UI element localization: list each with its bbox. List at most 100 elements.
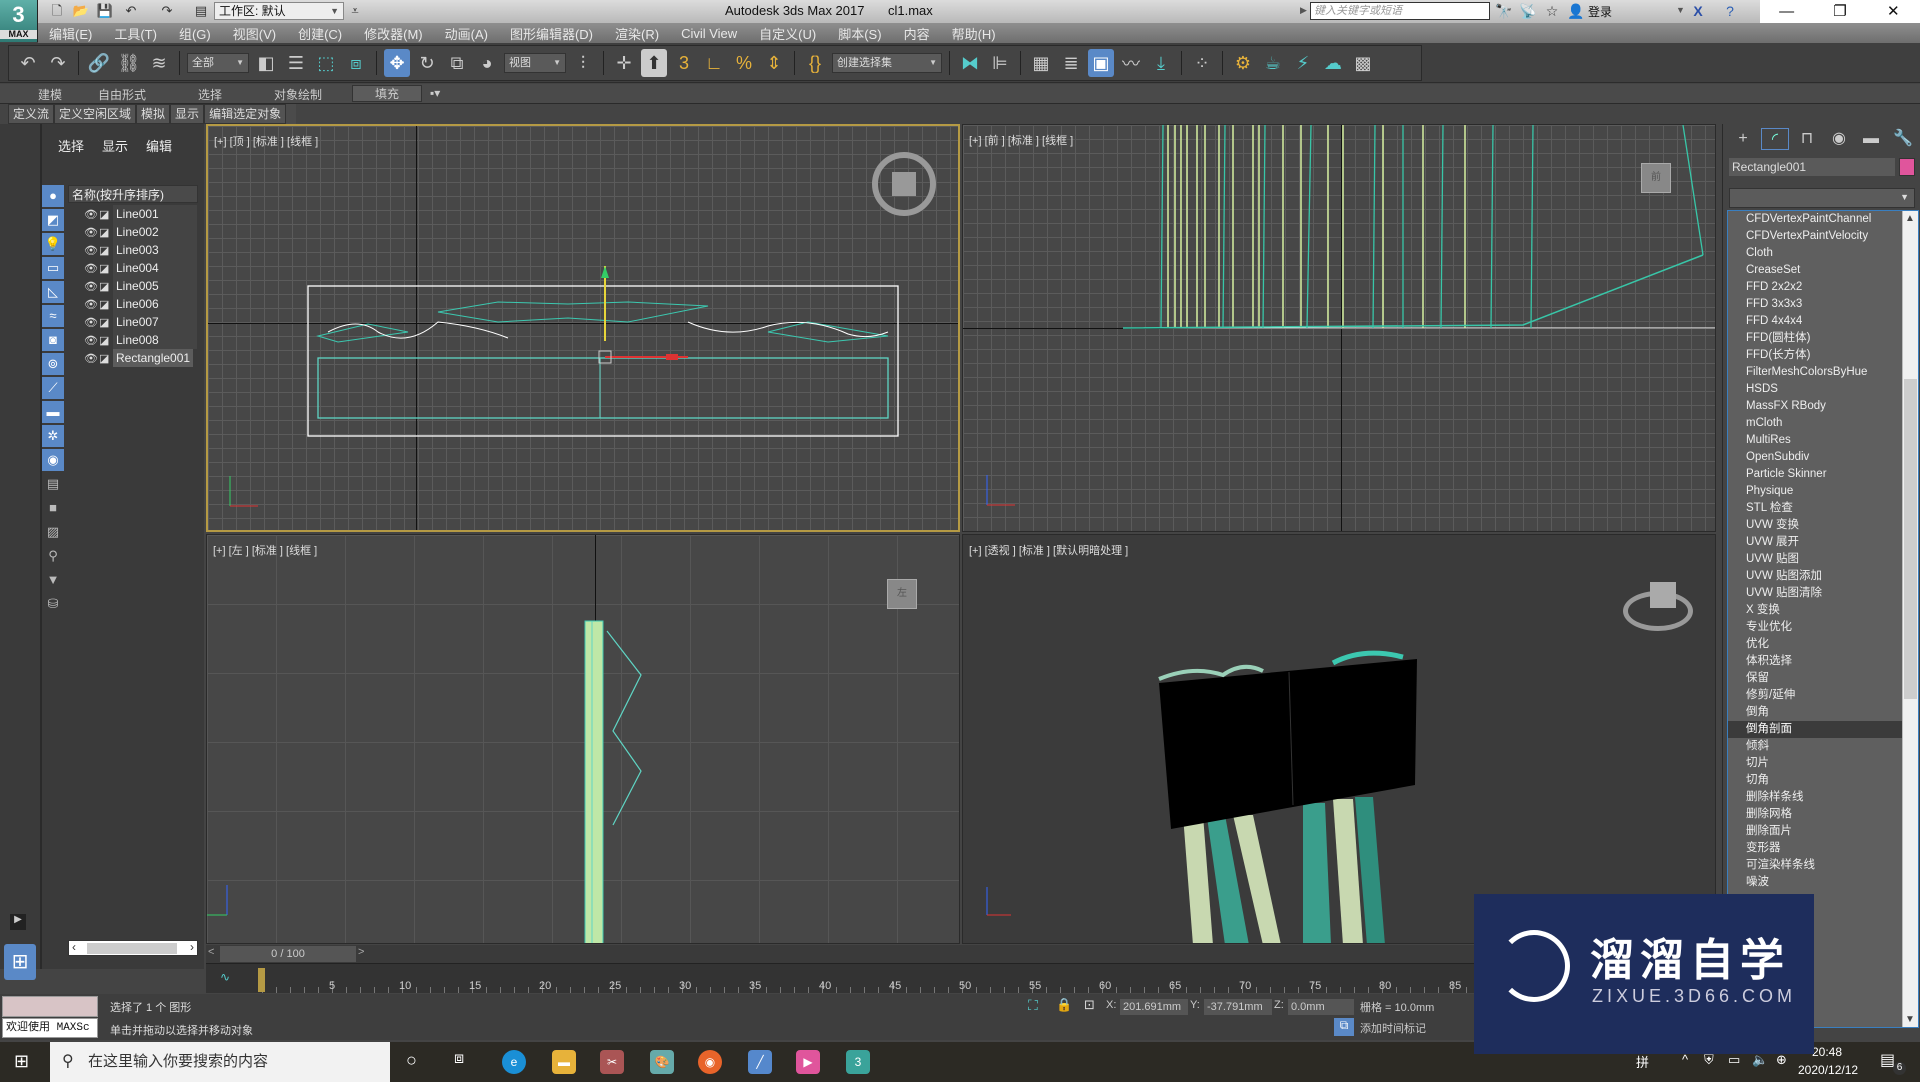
scene-list-item[interactable]: 👁 ◪ Line002 [84,223,197,241]
login-dropdown-icon[interactable]: ▼ [1676,5,1685,15]
satellite-icon[interactable]: 📡 [1518,2,1538,20]
named-selection-dropdown[interactable]: 创建选择集 ▼ [832,53,942,73]
modifier-list-dropdown[interactable]: ▼ [1729,188,1915,208]
prev-frame-icon[interactable]: < [208,946,214,958]
edit-selected-button[interactable]: 编辑选定对象 [204,104,287,124]
define-flow-button[interactable]: 定义流 [8,104,55,124]
menu-help[interactable]: 帮助(H) [941,24,1007,43]
modifier-list-item[interactable]: 删除面片 [1728,823,1918,840]
selection-filter-dropdown[interactable]: 全部 ▼ [187,53,249,73]
display-all-icon[interactable]: ▤ [42,473,64,495]
freeze-icon[interactable]: ◪ [99,280,111,293]
menu-rendering[interactable]: 渲染(R) [604,24,670,43]
align-icon[interactable]: ⊫ [987,49,1013,77]
help-icon[interactable]: ? [1720,2,1740,20]
clock-date[interactable]: 2020/12/12 [1798,1063,1858,1077]
project-folder-icon[interactable]: ▤ [192,3,210,19]
layer-icon[interactable]: ⛁ [42,593,64,615]
ribbon-tab-selection[interactable]: 选择 [198,86,222,103]
schematic-view-icon[interactable]: ⤓ [1148,49,1174,77]
scroll-up-icon[interactable]: ▲ [1905,213,1915,224]
isolate-selection-icon[interactable]: ⛶ [1028,997,1038,1014]
modifier-list-item[interactable]: OpenSubdiv [1728,449,1918,466]
visibility-icon[interactable]: 👁 [84,244,98,257]
menu-animation[interactable]: 动画(A) [434,24,499,43]
login-button[interactable]: 登录 [1588,3,1612,20]
window-crossing-icon[interactable]: ⧈ [343,49,369,77]
invert-display-icon[interactable]: ▨ [42,521,64,543]
workspace-dropdown[interactable]: 工作区: 默认 ▼ [214,2,344,20]
unlink-icon[interactable]: ⛓ [116,49,142,77]
save-icon[interactable]: 💾 [96,3,114,19]
visibility-icon[interactable]: 👁 [84,208,98,221]
scroll-thumb[interactable] [1904,379,1917,699]
viewport-layout-icon[interactable]: ⊞ [4,944,36,980]
menu-civil-view[interactable]: Civil View [670,26,748,41]
material-editor-icon[interactable]: ⁘ [1189,49,1215,77]
ribbon-tab-populate[interactable]: 填充 [352,85,423,102]
particle-filter-icon[interactable]: ✲ [42,425,64,447]
rendered-frame-window-icon[interactable]: ☕ [1260,49,1286,77]
simulate-button[interactable]: 模拟 [136,104,171,124]
star-icon[interactable]: ☆ [1542,2,1562,20]
current-frame-marker[interactable] [258,968,265,992]
display-button[interactable]: 显示 [170,104,205,124]
find-icon[interactable]: ⚲ [42,545,64,567]
freeze-icon[interactable]: ◪ [99,352,111,365]
expand-left-icon[interactable]: ▶ [10,914,26,930]
scroll-thumb[interactable] [87,943,177,954]
object-color-swatch[interactable] [1899,158,1915,176]
render-production-icon[interactable]: ⚡ [1290,49,1316,77]
curve-editor-mini-icon[interactable]: ∿ [220,970,230,984]
modifier-list-item[interactable]: 保留 [1728,670,1918,687]
menu-content[interactable]: 内容 [893,24,941,43]
show-hidden-icons-icon[interactable]: ^ [1682,1052,1688,1067]
cortana-icon[interactable]: ○ [406,1050,417,1071]
open-file-icon[interactable]: 📂 [72,3,90,19]
freeze-icon[interactable]: ◪ [99,298,111,311]
freeze-icon[interactable]: ◪ [99,244,111,257]
scene-list-item[interactable]: 👁 ◪ Line004 [84,259,197,277]
modifier-list-scrollbar[interactable]: ▲ ▼ [1902,211,1918,1027]
modifier-list-item[interactable]: FFD 4x4x4 [1728,313,1918,330]
add-time-tag-button[interactable]: 添加时间标记 [1360,1020,1426,1036]
ribbon-options-icon[interactable]: ▪▾ [430,86,440,100]
render-setup-icon[interactable]: ⚙ [1230,49,1256,77]
network-icon[interactable]: ⊕ [1776,1052,1787,1068]
utilities-tab-icon[interactable]: 🔧 [1889,128,1917,150]
scene-list-item[interactable]: 👁 ◪ Line005 [84,277,197,295]
menu-scripting[interactable]: 脚本(S) [827,24,892,43]
modifier-list-item[interactable]: FilterMeshColorsByHue [1728,364,1918,381]
modifier-list-item[interactable]: 切角 [1728,772,1918,789]
viewcube-icon[interactable]: 前 [1641,163,1671,193]
modifier-list-item[interactable]: 体积选择 [1728,653,1918,670]
file-explorer-icon[interactable]: ▬ [552,1050,576,1074]
expand-arrow-icon[interactable]: ▶ [1300,5,1307,16]
modifier-list-item[interactable]: 删除样条线 [1728,789,1918,806]
undo-icon[interactable]: ↶ [122,3,140,19]
reference-coordinate-dropdown[interactable]: 视图 ▼ [504,53,566,73]
redo-icon[interactable]: ↷ [45,49,71,77]
firefox-icon[interactable]: ◉ [698,1050,722,1074]
security-icon[interactable]: ⛨ [1704,1052,1714,1068]
hierarchy-tab-icon[interactable]: ⊓ [1793,128,1821,150]
geometry-filter-icon[interactable]: ● [42,185,64,207]
helper-filter-icon[interactable]: ◺ [42,281,64,303]
select-and-move-icon[interactable]: ✥ [384,49,410,77]
clock-time[interactable]: 20:48 [1812,1045,1842,1059]
3dsmax-taskbar-icon[interactable]: 3 [846,1050,870,1074]
modifier-list-item[interactable]: 倒角剖面 [1728,721,1918,738]
snipping-tool-icon[interactable]: ✂ [600,1050,624,1074]
space-warp-filter-icon[interactable]: ≈ [42,305,64,327]
menu-modifiers[interactable]: 修改器(M) [353,24,434,43]
freeze-icon[interactable]: ◪ [99,316,111,329]
visibility-icon[interactable]: 👁 [84,226,98,239]
customize-toolbar-icon[interactable]: ⩡ [346,3,364,19]
modifier-list-item[interactable]: 专业优化 [1728,619,1918,636]
modifier-list-item[interactable]: Physique [1728,483,1918,500]
viewport-front[interactable]: [+] [前 ] [标准 ] [线框 ] 前 [962,124,1716,532]
exchange-icon[interactable]: X [1688,2,1708,20]
time-tag-icon[interactable]: ⧉ [1334,1018,1354,1036]
modifier-list-item[interactable]: FFD 2x2x2 [1728,279,1918,296]
scene-tab-edit[interactable]: 编辑 [146,136,172,155]
